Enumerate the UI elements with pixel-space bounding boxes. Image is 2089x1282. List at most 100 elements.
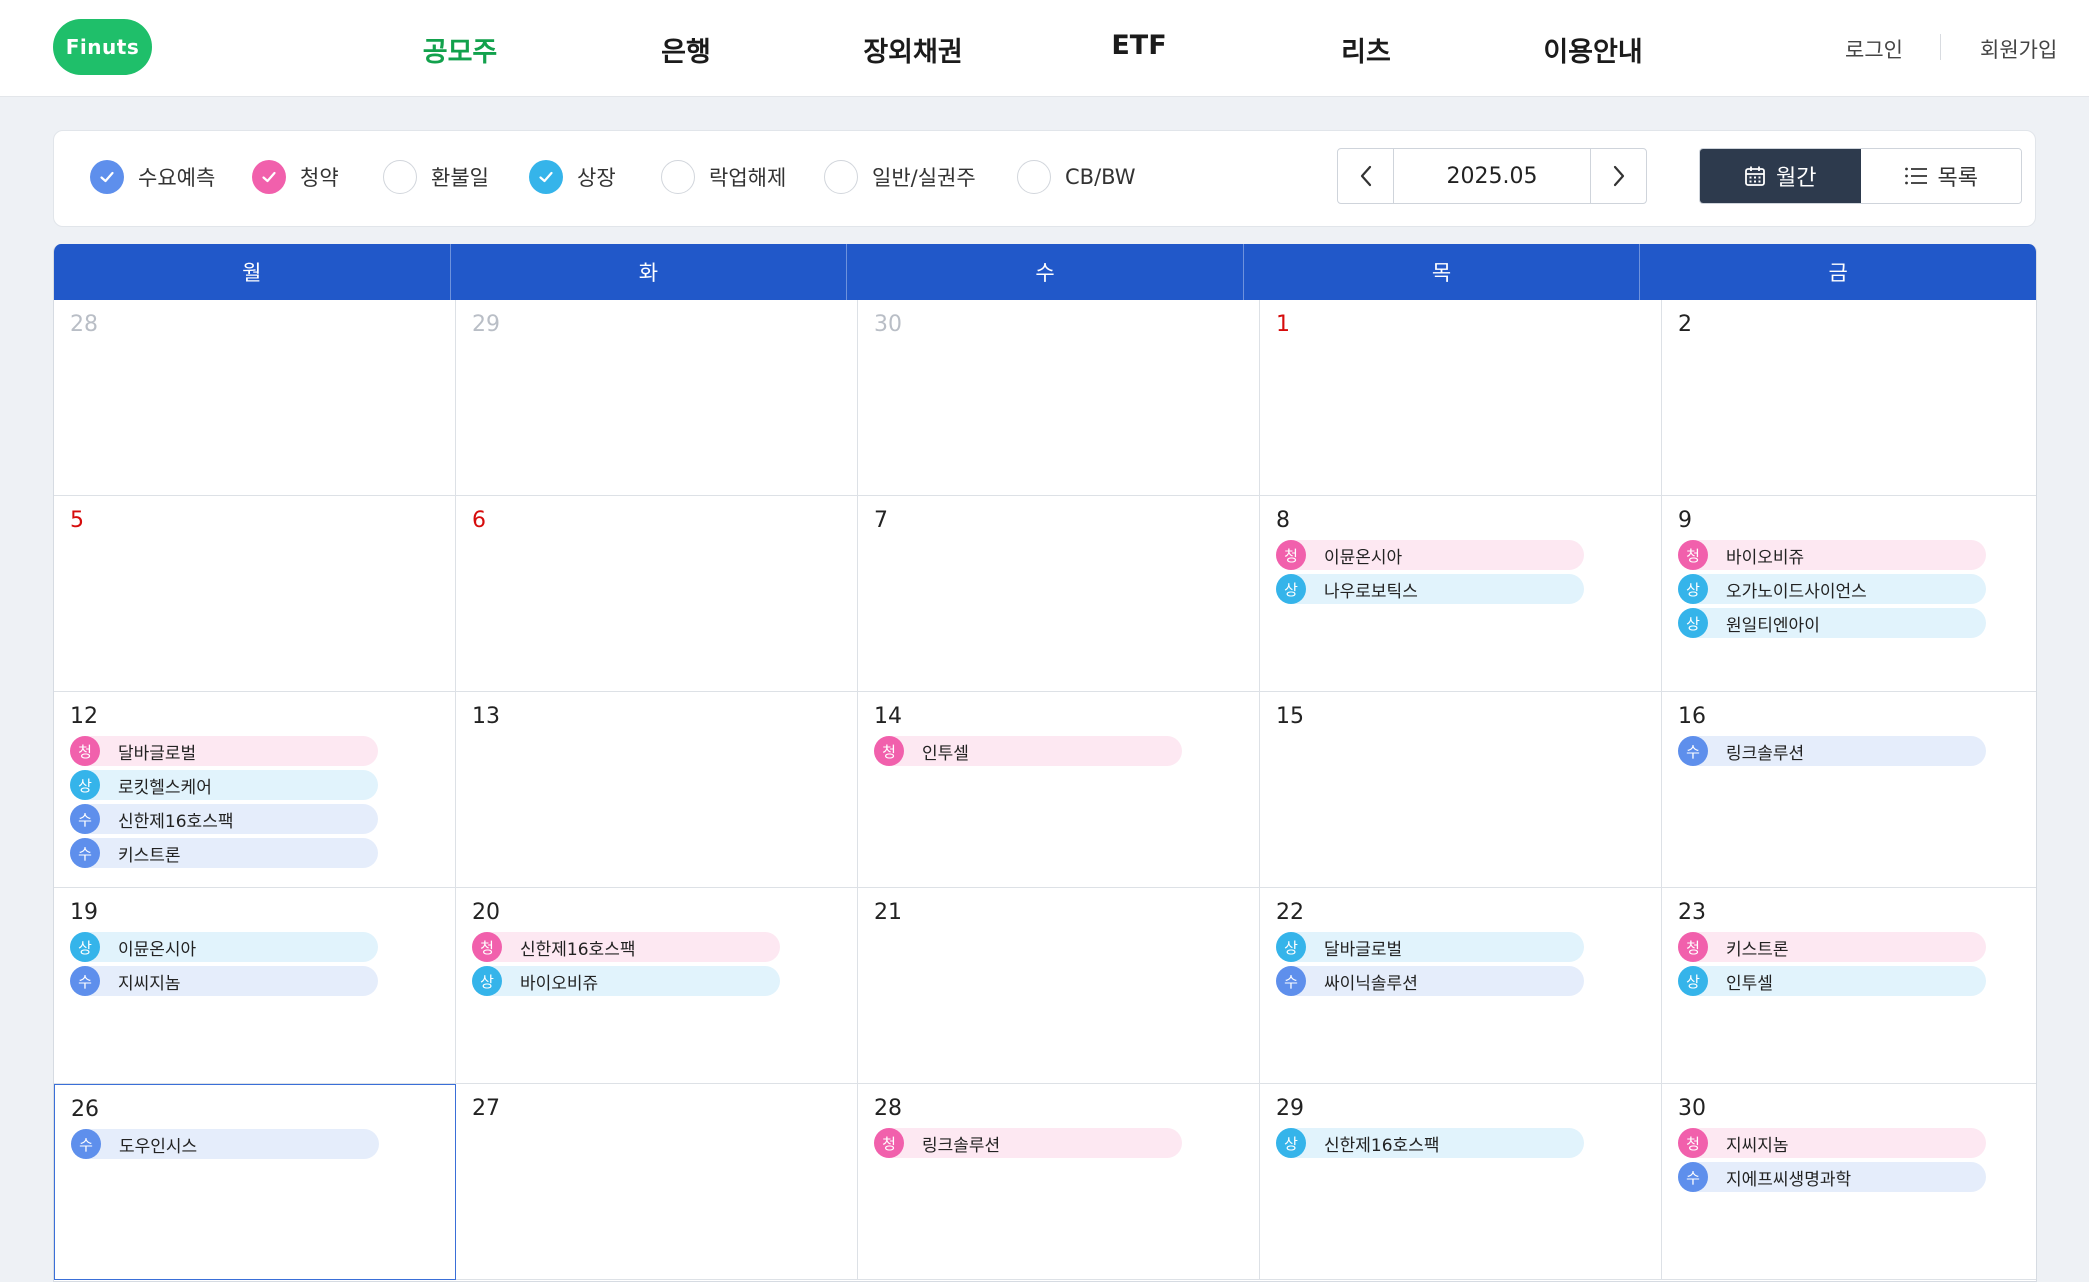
day-number: 27	[472, 1096, 500, 1121]
event-company-name: 인투셀	[1726, 973, 1773, 994]
calendar-day-cell[interactable]: 5	[54, 496, 456, 692]
view-toggle: 월간 목록	[1699, 148, 2022, 204]
ipo-event[interactable]: 청 지씨지놈	[1678, 1128, 1986, 1158]
ipo-event[interactable]: 청 링크솔루션	[874, 1128, 1182, 1158]
ipo-event[interactable]: 청 바이오비쥬	[1678, 540, 1986, 570]
event-company-name: 지에프씨생명과학	[1726, 1169, 1852, 1190]
ipo-event[interactable]: 상 로킷헬스케어	[70, 770, 378, 800]
day-number: 29	[472, 312, 500, 337]
filter-1[interactable]: 청약	[252, 159, 339, 195]
day-number: 22	[1276, 900, 1304, 925]
ipo-event[interactable]: 상 인투셀	[1678, 966, 1986, 996]
event-list: 청 지씨지놈수 지에프씨생명과학	[1678, 1128, 1986, 1196]
calendar-day-cell[interactable]: 16 수 링크솔루션	[1662, 692, 2036, 888]
nav-bank[interactable]: 은행	[661, 30, 711, 69]
filter-0[interactable]: 수요예측	[90, 159, 215, 195]
ipo-event[interactable]: 청 이뮨온시아	[1276, 540, 1584, 570]
calendar-day-cell[interactable]: 22 상 달바글로벌수 싸이닉솔루션	[1260, 888, 1662, 1084]
event-company-name: 이뮨온시아	[118, 939, 197, 960]
calendar-day-cell[interactable]: 19 상 이뮨온시아 수 지씨지놈	[54, 888, 456, 1084]
ipo-event[interactable]: 수 링크솔루션	[1678, 736, 1986, 766]
ipo-event[interactable]: 수 신한제16호스팩	[70, 804, 378, 834]
ipo-event[interactable]: 상 바이오비쥬	[472, 966, 780, 996]
checkbox-unchecked-icon[interactable]	[824, 160, 858, 194]
calendar-day-cell[interactable]: 1	[1260, 300, 1662, 496]
event-type-badge: 청	[472, 932, 502, 962]
checkbox-checked-icon[interactable]	[529, 160, 563, 194]
day-number: 16	[1678, 704, 1706, 729]
nav-ipo[interactable]: 공모주	[423, 30, 498, 69]
calendar-day-cell[interactable]: 30 청 지씨지놈 수 지에프씨생명과학	[1662, 1084, 2036, 1280]
nav-reits[interactable]: 리츠	[1341, 30, 1391, 69]
event-list: 상 이뮨온시아수 지씨지놈	[70, 932, 378, 1000]
ipo-event[interactable]: 상 나우로보틱스	[1276, 574, 1584, 604]
ipo-event[interactable]: 수 지에프씨생명과학	[1678, 1162, 1986, 1192]
calendar-day-cell[interactable]: 8 청 이뮨온시아 상 나우로보틱스	[1260, 496, 1662, 692]
calendar-day-cell[interactable]: 14 청 인투셀	[858, 692, 1260, 888]
checkbox-checked-icon[interactable]	[252, 160, 286, 194]
event-company-name: 바이오비쥬	[520, 973, 599, 994]
finuts-logo[interactable]: Finuts	[53, 19, 152, 75]
calendar-day-cell[interactable]: 6	[456, 496, 858, 692]
calendar-day-cell[interactable]: 12 청 달바글로벌 상 로킷헬스케어 수 신한제16호스팩 수 키스트론	[54, 692, 456, 888]
ipo-event[interactable]: 청 인투셀	[874, 736, 1182, 766]
ipo-event[interactable]: 상 원일티엔아이	[1678, 608, 1986, 638]
checkbox-unchecked-icon[interactable]	[661, 160, 695, 194]
calendar-day-cell[interactable]: 30	[858, 300, 1260, 496]
event-company-name: 키스트론	[118, 845, 181, 866]
calendar-day-cell[interactable]: 20 청 신한제16호스팩상 바이오비쥬	[456, 888, 858, 1084]
event-type-badge: 수	[1276, 966, 1306, 996]
day-number: 28	[874, 1096, 902, 1121]
calendar-day-cell[interactable]: 23 청 키스트론 상 인투셀	[1662, 888, 2036, 1084]
ipo-event[interactable]: 청 달바글로벌	[70, 736, 378, 766]
calendar-day-cell[interactable]: 28 청 링크솔루션	[858, 1084, 1260, 1280]
nav-etf[interactable]: ETF	[1111, 30, 1166, 61]
signup-link[interactable]: 회원가입	[1980, 34, 2057, 64]
login-link[interactable]: 로그인	[1845, 34, 1903, 64]
calendar-day-cell[interactable]: 9 청 바이오비쥬 상 오가노이드사이언스 상 원일티엔아이	[1662, 496, 2036, 692]
event-list: 청 이뮨온시아상 나우로보틱스	[1276, 540, 1584, 608]
calendar-day-cell[interactable]: 7	[858, 496, 1260, 692]
calendar-day-cell[interactable]: 13	[456, 692, 858, 888]
calendar-day-cell[interactable]: 15	[1260, 692, 1662, 888]
calendar-day-cell[interactable]: 2	[1662, 300, 2036, 496]
ipo-event[interactable]: 수 키스트론	[70, 838, 378, 868]
ipo-event[interactable]: 청 신한제16호스팩	[472, 932, 780, 962]
calendar-day-cell[interactable]: 26 수 도우인시스	[54, 1084, 456, 1280]
event-type-badge: 상	[70, 770, 100, 800]
day-number: 6	[472, 508, 486, 533]
event-list: 청 신한제16호스팩상 바이오비쥬	[472, 932, 780, 1000]
nav-guide[interactable]: 이용안내	[1543, 30, 1642, 69]
ipo-event[interactable]: 상 신한제16호스팩	[1276, 1128, 1584, 1158]
day-number: 20	[472, 900, 500, 925]
filter-3[interactable]: 상장	[529, 159, 616, 195]
filter-2[interactable]: 환불일	[383, 159, 489, 195]
ipo-event[interactable]: 상 이뮨온시아	[70, 932, 378, 962]
checkbox-checked-icon[interactable]	[90, 160, 124, 194]
checkbox-unchecked-icon[interactable]	[1017, 160, 1051, 194]
ipo-event[interactable]: 수 지씨지놈	[70, 966, 378, 996]
prev-month-button[interactable]	[1338, 149, 1394, 203]
calendar-day-cell[interactable]: 21	[858, 888, 1260, 1084]
calendar-day-cell[interactable]: 29	[456, 300, 858, 496]
auth-divider	[1940, 34, 1941, 60]
filter-5[interactable]: 일반/실권주	[824, 159, 976, 195]
calendar-day-cell[interactable]: 29 상 신한제16호스팩	[1260, 1084, 1662, 1280]
monthly-view-label: 월간	[1776, 166, 1817, 191]
next-month-button[interactable]	[1590, 149, 1646, 203]
day-number: 29	[1276, 1096, 1304, 1121]
ipo-event[interactable]: 수 도우인시스	[71, 1129, 379, 1159]
filter-4[interactable]: 락업해제	[661, 159, 786, 195]
calendar-day-cell[interactable]: 28	[54, 300, 456, 496]
nav-otc-bonds[interactable]: 장외채권	[863, 30, 962, 69]
monthly-view-button[interactable]: 월간	[1700, 149, 1861, 203]
ipo-event[interactable]: 상 오가노이드사이언스	[1678, 574, 1986, 604]
list-view-button[interactable]: 목록	[1860, 149, 2021, 203]
ipo-event[interactable]: 수 싸이닉솔루션	[1276, 966, 1584, 996]
chevron-right-icon	[1613, 165, 1624, 187]
ipo-event[interactable]: 상 달바글로벌	[1276, 932, 1584, 962]
calendar-day-cell[interactable]: 27	[456, 1084, 858, 1280]
checkbox-unchecked-icon[interactable]	[383, 160, 417, 194]
filter-6[interactable]: CB/BW	[1017, 159, 1136, 195]
ipo-event[interactable]: 청 키스트론	[1678, 932, 1986, 962]
